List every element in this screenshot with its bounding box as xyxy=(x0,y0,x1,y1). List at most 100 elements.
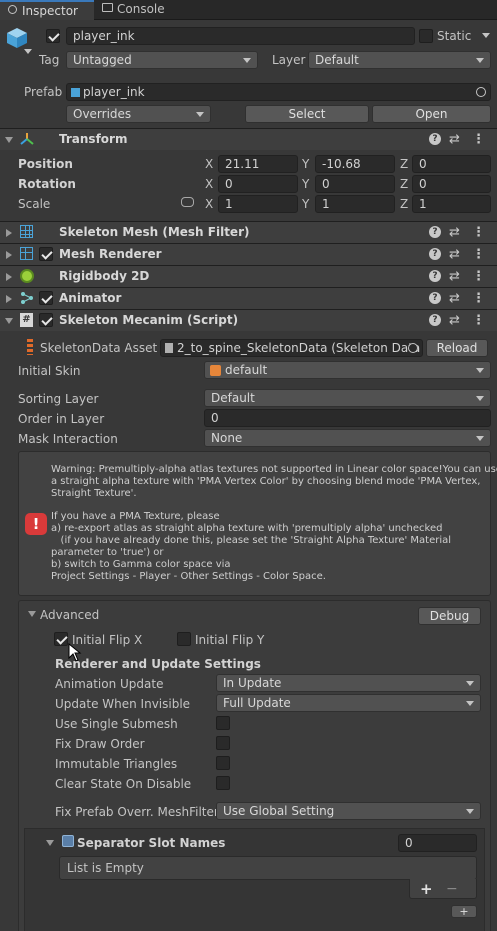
mask-interaction-value: None xyxy=(211,431,243,445)
tag-dropdown[interactable]: Untagged xyxy=(66,51,258,69)
scale-y-field[interactable]: 1 xyxy=(315,195,395,213)
fix-prefab-dropdown[interactable]: Use Global Setting xyxy=(216,802,481,820)
object-picker-icon[interactable] xyxy=(408,343,418,353)
component-enabled-checkbox[interactable] xyxy=(39,247,53,261)
axis-z-label[interactable]: Z xyxy=(400,176,408,192)
reload-button[interactable]: Reload xyxy=(426,339,488,357)
animation-update-label: Animation Update xyxy=(55,677,164,691)
scale-z-field[interactable]: 1 xyxy=(412,195,491,213)
clear-state-checkbox[interactable] xyxy=(216,776,230,790)
foldout-arrow[interactable] xyxy=(6,251,12,259)
layer-dropdown[interactable]: Default xyxy=(308,51,491,69)
axis-z-label[interactable]: Z xyxy=(400,196,408,212)
rotation-x-field[interactable]: 0 xyxy=(218,175,298,193)
kebab-menu-icon[interactable]: ⋮ xyxy=(472,291,485,306)
mesh-filter-header[interactable]: Skeleton Mesh (Mesh Filter) ? ⇄ ⋮ xyxy=(0,221,497,243)
rotation-z-field[interactable]: 0 xyxy=(412,175,491,193)
position-x-field[interactable]: 21.11 xyxy=(218,155,298,173)
constrain-proportions-icon[interactable] xyxy=(181,197,194,207)
initial-flip-y-checkbox[interactable] xyxy=(177,632,191,646)
axis-z-label[interactable]: Z xyxy=(400,156,408,172)
separator-foldout-arrow[interactable] xyxy=(46,840,54,846)
mask-interaction-dropdown[interactable]: None xyxy=(204,429,491,447)
presets-icon[interactable]: ⇄ xyxy=(449,225,460,240)
error-icon: ! xyxy=(25,513,47,535)
skeleton-mecanim-header[interactable]: # Skeleton Mecanim (Script) ? ⇄ ⋮ xyxy=(0,309,497,331)
initial-skin-dropdown[interactable]: default xyxy=(204,361,491,379)
active-checkbox[interactable] xyxy=(46,29,60,43)
position-y-field[interactable]: -10.68 xyxy=(315,155,395,173)
rigidbody-header[interactable]: Rigidbody 2D ? ⇄ ⋮ xyxy=(0,265,497,287)
tab-console[interactable]: Console xyxy=(96,0,186,20)
use-single-submesh-checkbox[interactable] xyxy=(216,716,230,730)
axis-x-label[interactable]: X xyxy=(205,176,213,192)
tab-inspector[interactable]: Inspector xyxy=(0,0,94,20)
foldout-arrow[interactable] xyxy=(6,229,12,237)
axis-x-label[interactable]: X xyxy=(205,156,213,172)
overrides-dropdown[interactable]: Overrides xyxy=(66,105,211,123)
axis-y-label[interactable]: Y xyxy=(302,176,309,192)
advanced-foldout-arrow[interactable] xyxy=(28,611,36,617)
component-enabled-checkbox[interactable] xyxy=(39,291,53,305)
rotation-y-field[interactable]: 0 xyxy=(315,175,395,193)
help-icon[interactable]: ? xyxy=(429,248,441,260)
scale-x-field[interactable]: 1 xyxy=(218,195,298,213)
help-icon[interactable]: ? xyxy=(429,133,441,145)
mesh-renderer-header[interactable]: Mesh Renderer ? ⇄ ⋮ xyxy=(0,243,497,265)
mesh-renderer-icon xyxy=(20,247,33,260)
presets-icon[interactable]: ⇄ xyxy=(449,269,460,284)
kebab-menu-icon[interactable]: ⋮ xyxy=(472,247,485,262)
sorting-layer-dropdown[interactable]: Default xyxy=(204,389,491,407)
separator-label[interactable]: Separator Slot Names xyxy=(77,835,225,851)
help-icon[interactable]: ? xyxy=(429,226,441,238)
icon-dropdown-arrow[interactable] xyxy=(24,49,32,54)
help-icon[interactable]: ? xyxy=(429,270,441,282)
foldout-arrow[interactable] xyxy=(6,273,12,281)
foldout-arrow[interactable] xyxy=(6,295,12,303)
axis-y-label[interactable]: Y xyxy=(302,196,309,212)
static-checkbox[interactable] xyxy=(419,29,433,43)
component-header-icons: ? ⇄ ⋮ xyxy=(429,132,489,148)
foldout-arrow[interactable] xyxy=(5,318,13,324)
help-icon[interactable]: ? xyxy=(429,292,441,304)
animation-update-dropdown[interactable]: In Update xyxy=(216,674,481,692)
list-add-button[interactable]: + xyxy=(420,881,433,897)
fix-draw-order-checkbox[interactable] xyxy=(216,736,230,750)
position-z-field[interactable]: 0 xyxy=(412,155,491,173)
axis-x-label[interactable]: X xyxy=(205,196,213,212)
kebab-menu-icon[interactable]: ⋮ xyxy=(472,225,485,240)
open-button[interactable]: Open xyxy=(372,105,491,123)
transform-header[interactable]: Transform ? ⇄ ⋮ xyxy=(0,128,497,150)
foldout-arrow[interactable] xyxy=(5,137,13,143)
component-title: Mesh Renderer xyxy=(59,247,162,261)
component-title: Animator xyxy=(59,291,122,305)
initial-flip-x-checkbox[interactable] xyxy=(54,632,68,646)
kebab-menu-icon[interactable]: ⋮ xyxy=(472,132,485,147)
presets-icon[interactable]: ⇄ xyxy=(449,313,460,328)
object-picker-icon[interactable] xyxy=(476,87,486,97)
advanced-label[interactable]: Advanced xyxy=(40,607,99,623)
immutable-triangles-checkbox[interactable] xyxy=(216,756,230,770)
list-remove-button[interactable]: − xyxy=(446,881,458,897)
select-button[interactable]: Select xyxy=(245,105,369,123)
object-name-field[interactable]: player_ink xyxy=(66,27,415,45)
axis-y-label[interactable]: Y xyxy=(302,156,309,172)
update-when-invisible-dropdown[interactable]: Full Update xyxy=(216,694,481,712)
kebab-menu-icon[interactable]: ⋮ xyxy=(472,313,485,328)
add-separator-button[interactable]: + xyxy=(451,905,477,918)
order-in-layer-field[interactable]: 0 xyxy=(204,409,491,427)
debug-button[interactable]: Debug xyxy=(418,607,481,625)
separator-count-field[interactable]: 0 xyxy=(398,834,477,852)
kebab-menu-icon[interactable]: ⋮ xyxy=(472,269,485,284)
presets-icon[interactable]: ⇄ xyxy=(449,132,460,147)
prefab-field[interactable]: player_ink xyxy=(66,83,491,101)
presets-icon[interactable]: ⇄ xyxy=(449,291,460,306)
skeleton-data-field[interactable]: 2_to_spine_SkeletonData (Skeleton Data xyxy=(160,339,423,357)
animator-header[interactable]: Animator ? ⇄ ⋮ xyxy=(0,287,497,309)
tab-label: Console xyxy=(117,2,165,16)
component-title: Rigidbody 2D xyxy=(59,269,150,283)
component-enabled-checkbox[interactable] xyxy=(39,313,53,327)
help-icon[interactable]: ? xyxy=(429,314,441,326)
presets-icon[interactable]: ⇄ xyxy=(449,247,460,262)
static-dropdown-arrow[interactable] xyxy=(482,33,490,38)
